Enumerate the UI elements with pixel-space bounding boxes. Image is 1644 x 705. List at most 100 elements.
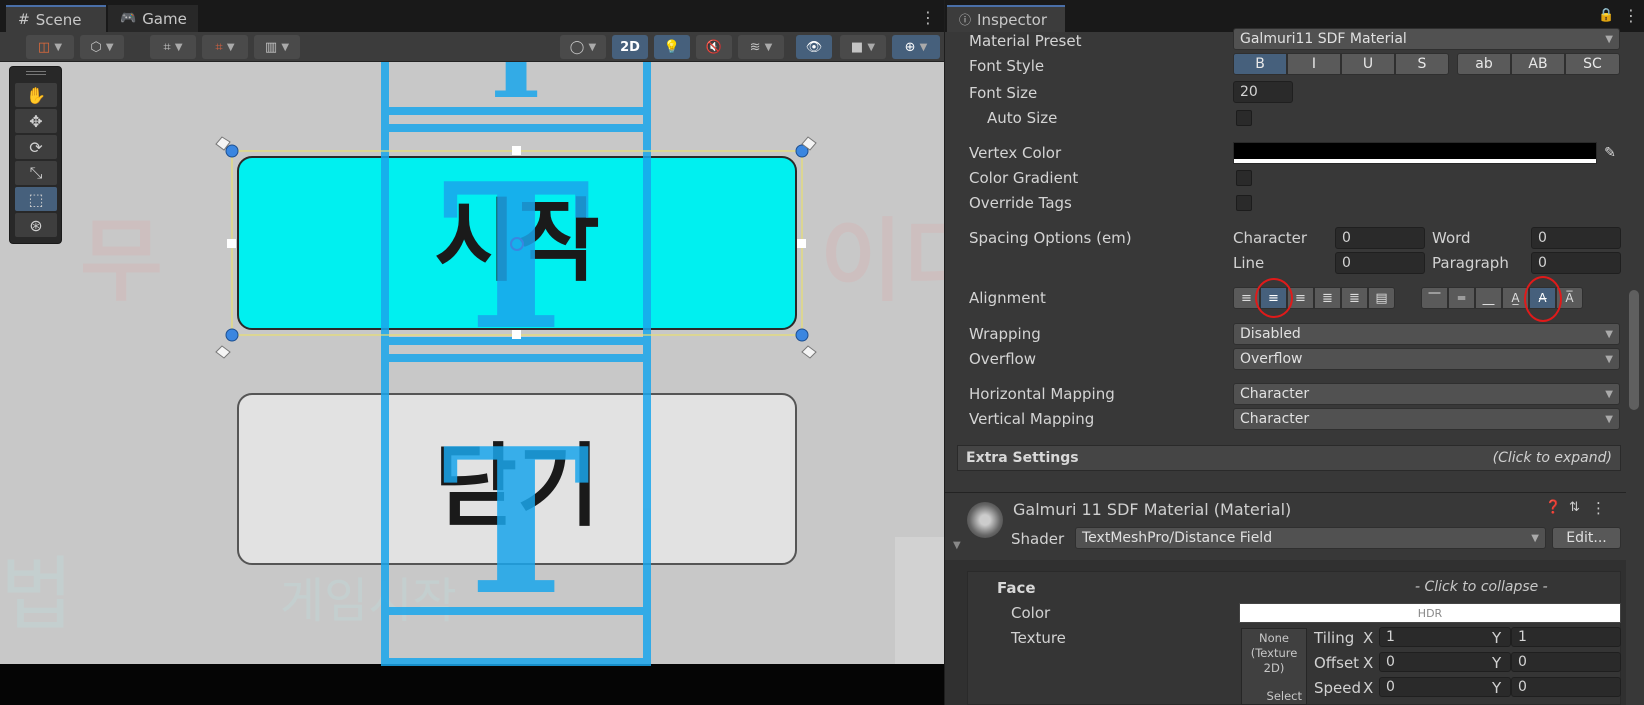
- texture-select-button[interactable]: Select: [1242, 689, 1306, 704]
- font-style-italic-button[interactable]: I: [1287, 53, 1341, 75]
- anchor-handle[interactable]: [225, 144, 239, 158]
- resize-handle[interactable]: [512, 330, 521, 339]
- align-middle-button[interactable]: ═: [1448, 287, 1475, 309]
- face-color-label: Color: [1011, 604, 1051, 622]
- mode-2d-button[interactable]: 2D: [612, 35, 648, 59]
- eyedropper-icon[interactable]: ✎: [1599, 142, 1621, 164]
- material-preview-icon: [967, 502, 1003, 538]
- tab-scene[interactable]: # Scene: [6, 5, 106, 32]
- align-bottom-button[interactable]: ⎽: [1475, 287, 1502, 309]
- line-spacing-field[interactable]: 0: [1335, 252, 1425, 274]
- chevron-down-icon: ▼: [764, 41, 773, 53]
- audio-toggle-button[interactable]: 🔇: [696, 35, 732, 59]
- anchor-diamond[interactable]: [215, 345, 231, 359]
- gizmos-button[interactable]: ⊕ ▼: [892, 35, 940, 59]
- align-top-button[interactable]: ⎺: [1421, 287, 1448, 309]
- material-preset-label: Material Preset: [969, 32, 1082, 50]
- shader-label: Shader: [1011, 530, 1065, 548]
- tab-inspector[interactable]: ⓘ Inspector: [947, 5, 1065, 32]
- scene-tabbar: # Scene 🎮 Game ⋮: [0, 0, 944, 32]
- resize-handle[interactable]: [512, 146, 521, 155]
- cube-icon: ⬡: [90, 39, 102, 55]
- inspector-scrollbar[interactable]: [1626, 32, 1644, 705]
- tiling-y-field[interactable]: 1: [1511, 627, 1621, 647]
- align-baseline-icon: A̲: [1511, 291, 1520, 305]
- wrapping-dropdown[interactable]: Disabled ▼: [1233, 323, 1620, 345]
- font-style-smallcaps-button[interactable]: SC: [1565, 53, 1620, 75]
- shading-icon: ◯: [569, 39, 585, 55]
- vertex-color-swatch[interactable]: [1233, 142, 1597, 164]
- font-size-field[interactable]: 20: [1233, 81, 1293, 103]
- grid-visibility-button[interactable]: ▥ ▼: [254, 35, 300, 59]
- foldout-arrow-icon[interactable]: ▼: [953, 540, 961, 551]
- align-geometry-center-button[interactable]: ▤: [1368, 287, 1395, 309]
- chevron-down-icon: ▼: [919, 41, 928, 53]
- chevron-down-icon: ▼: [1531, 532, 1539, 544]
- scale-tool-button[interactable]: ⤡: [15, 161, 57, 185]
- color-gradient-checkbox[interactable]: [1236, 170, 1252, 186]
- speed-y-label: Y: [1492, 679, 1502, 697]
- lock-icon[interactable]: 🔒: [1598, 8, 1614, 23]
- resize-handle[interactable]: [797, 239, 806, 248]
- horizontal-mapping-dropdown[interactable]: Character ▼: [1233, 383, 1620, 405]
- tiling-y-label: Y: [1492, 629, 1502, 647]
- hand-tool-button[interactable]: ✋: [15, 83, 57, 107]
- anchor-handle[interactable]: [795, 328, 809, 342]
- anchor-handle[interactable]: [225, 328, 239, 342]
- align-justified-button[interactable]: ≣: [1314, 287, 1341, 309]
- offset-y-field[interactable]: 0: [1511, 652, 1621, 672]
- font-style-underline-button[interactable]: U: [1341, 53, 1395, 75]
- increment-snap-button[interactable]: ⌗ ▼: [202, 35, 248, 59]
- camera-button[interactable]: ■ ▼: [840, 35, 886, 59]
- scrollbar-thumb[interactable]: [1629, 290, 1639, 410]
- face-collapse-hint[interactable]: - Click to collapse -: [1415, 579, 1548, 595]
- help-icon[interactable]: ❓: [1545, 500, 1561, 515]
- extra-settings-header[interactable]: Extra Settings (Click to expand): [957, 445, 1621, 471]
- move-tool-button[interactable]: ✥: [15, 109, 57, 133]
- bg-shape-right: [895, 537, 944, 667]
- chevron-down-icon: ▼: [54, 41, 63, 53]
- drag-handle[interactable]: [26, 71, 46, 75]
- font-style-uppercase-button[interactable]: AB: [1511, 53, 1565, 75]
- rotate-tool-button[interactable]: ⟳: [15, 135, 57, 159]
- font-style-lowercase-button[interactable]: ab: [1457, 53, 1511, 75]
- character-spacing-field[interactable]: 0: [1335, 227, 1425, 249]
- anchor-diamond[interactable]: [801, 345, 817, 359]
- more-options-icon[interactable]: ⋮: [1591, 499, 1606, 517]
- vertical-mapping-dropdown[interactable]: Character ▼: [1233, 408, 1620, 430]
- draw-mode-button[interactable]: ◯ ▼: [560, 35, 606, 59]
- font-style-bold-button[interactable]: B: [1233, 53, 1287, 75]
- face-label[interactable]: Face: [997, 579, 1036, 597]
- overflow-dropdown[interactable]: Overflow ▼: [1233, 348, 1620, 370]
- more-options-icon[interactable]: ⋮: [920, 8, 936, 27]
- resize-handle[interactable]: [227, 239, 236, 248]
- override-tags-checkbox[interactable]: [1236, 195, 1252, 211]
- font-style-strikethrough-button[interactable]: S: [1395, 53, 1449, 75]
- grid-snap-button[interactable]: ⌗ ▼: [150, 35, 196, 59]
- speed-y-field[interactable]: 0: [1511, 677, 1621, 697]
- lighting-toggle-button[interactable]: 💡: [654, 35, 690, 59]
- inspector-panel: ⓘ Inspector 🔒 ⋮ Material Preset Galmuri1…: [945, 0, 1644, 705]
- tool-handle-button[interactable]: ◫ ▼: [26, 35, 74, 59]
- texture-slot[interactable]: None (Texture 2D) Select: [1241, 628, 1307, 705]
- tab-game[interactable]: 🎮 Game: [108, 5, 198, 32]
- font-style-label: Font Style: [969, 57, 1045, 75]
- hidden-objects-toggle[interactable]: 👁: [796, 35, 832, 59]
- global-toggle-button[interactable]: ⬡ ▼: [80, 35, 124, 59]
- shader-dropdown[interactable]: TextMeshPro/Distance Field ▼: [1075, 527, 1546, 549]
- scale-icon: ⤡: [29, 163, 43, 182]
- transform-tool-button[interactable]: ⊛: [15, 213, 57, 237]
- material-preset-dropdown[interactable]: Galmuri11 SDF Material ▼: [1233, 28, 1620, 50]
- rect-tool-button[interactable]: ⬚: [15, 187, 57, 211]
- word-spacing-field[interactable]: 0: [1531, 227, 1621, 249]
- chevron-down-icon: ▼: [174, 41, 183, 53]
- edit-shader-button[interactable]: Edit...: [1552, 527, 1621, 549]
- more-options-icon[interactable]: ⋮: [1623, 6, 1639, 25]
- paragraph-spacing-field[interactable]: 0: [1531, 252, 1621, 274]
- face-color-swatch[interactable]: HDR: [1239, 603, 1621, 623]
- scene-viewport[interactable]: 무 이디 법 게임시작 시작 닫기 T T T: [0, 62, 944, 705]
- align-flush-button[interactable]: ≣: [1341, 287, 1368, 309]
- effects-button[interactable]: ≋ ▼: [738, 35, 784, 59]
- preset-icon[interactable]: ⇅: [1569, 500, 1580, 515]
- auto-size-checkbox[interactable]: [1236, 110, 1252, 126]
